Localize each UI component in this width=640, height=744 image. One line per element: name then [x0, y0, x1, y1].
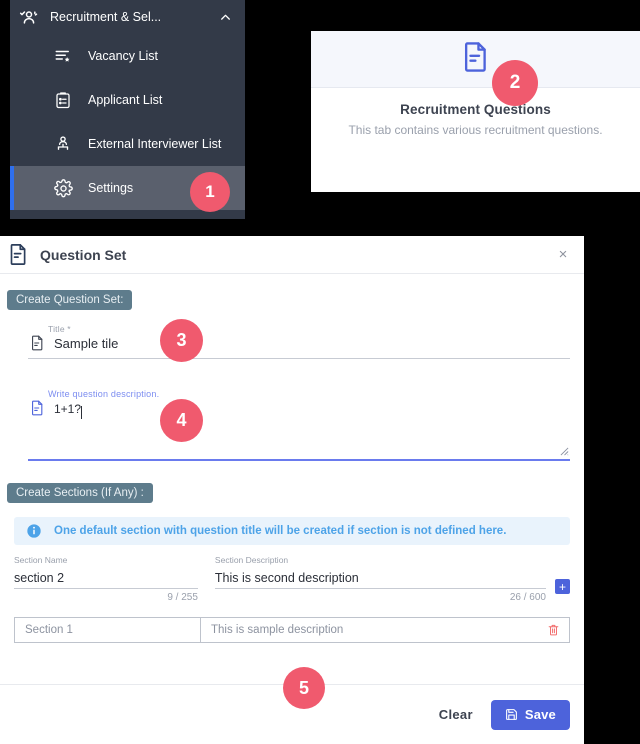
recruitment-questions-panel: Recruitment Questions This tab contains … — [311, 31, 640, 192]
panel-header — [311, 31, 640, 88]
section-name-value: section 2 — [14, 571, 65, 585]
sidebar-group-label: Recruitment & Sel... — [50, 10, 162, 24]
dialog-title: Question Set — [40, 246, 127, 263]
list-star-icon — [52, 45, 74, 67]
resize-grip-icon[interactable] — [560, 443, 569, 456]
org-user-icon — [52, 133, 74, 155]
sidebar-item-applicant-list[interactable]: Applicant List — [10, 78, 245, 122]
sidebar-group-recruitment[interactable]: Recruitment & Sel... — [10, 0, 245, 34]
users-check-icon — [18, 6, 40, 28]
question-set-dialog: Question Set × Create Question Set: Titl… — [0, 236, 584, 744]
callout-badge-1: 1 — [190, 172, 230, 212]
document-small-icon — [28, 399, 46, 417]
panel-subtitle: This tab contains various recruitment qu… — [348, 123, 603, 137]
dialog-header: Question Set × — [0, 236, 584, 274]
sidebar-item-label: Applicant List — [88, 93, 163, 107]
description-field[interactable]: Write question description. 1+1? — [14, 389, 570, 461]
save-button-label: Save — [524, 707, 556, 722]
section-description-underline — [214, 588, 546, 589]
document-small-icon — [28, 334, 46, 352]
section-inputs-row: Section Name section 2 9 / 255 Section D… — [14, 555, 570, 603]
title-field[interactable]: Title * Sample tile — [14, 324, 570, 359]
panel-title: Recruitment Questions — [400, 102, 551, 117]
trash-icon[interactable] — [547, 624, 560, 637]
section-row-description: This is sample description — [211, 624, 344, 636]
description-field-underline — [28, 459, 570, 461]
gear-icon — [52, 177, 74, 199]
screenshot-root: Recruitment & Sel... Vacancy List Applic… — [0, 0, 640, 744]
table-row[interactable]: Section 1 This is sample description — [14, 617, 570, 643]
panel-body: Recruitment Questions This tab contains … — [311, 88, 640, 138]
section-name-underline — [14, 588, 198, 589]
sidebar-item-label: External Interviewer List — [88, 137, 222, 151]
info-banner-text: One default section with question title … — [54, 525, 507, 537]
dialog-body: Create Question Set: Title * Sample tile — [0, 274, 584, 706]
section-description-field[interactable]: Section Description This is second descr… — [214, 555, 546, 603]
section-row-description-cell: This is sample description — [201, 618, 569, 642]
save-button[interactable]: Save — [490, 699, 570, 730]
save-disk-icon — [505, 708, 518, 721]
section-description-counter: 26 / 600 — [509, 592, 546, 603]
description-field-label: Write question description. — [48, 389, 160, 399]
create-sections-chip: Create Sections (If Any) : — [7, 483, 153, 503]
text-caret — [81, 406, 83, 419]
sidebar-item-vacancy-list[interactable]: Vacancy List — [10, 34, 245, 78]
sidebar-item-external-interviewer-list[interactable]: External Interviewer List — [10, 122, 245, 166]
section-name-counter: 9 / 255 — [167, 592, 198, 603]
clipboard-list-icon — [52, 89, 74, 111]
section-name-label: Section Name — [14, 555, 68, 565]
close-icon[interactable]: × — [554, 246, 572, 264]
title-field-underline — [28, 358, 570, 359]
title-field-value: Sample tile — [54, 336, 119, 351]
callout-badge-2: 2 — [492, 60, 538, 106]
section-row-name-cell: Section 1 — [15, 618, 201, 642]
clear-button[interactable]: Clear — [439, 707, 473, 722]
section-name-field[interactable]: Section Name section 2 9 / 255 — [14, 555, 198, 603]
sidebar-item-label: Vacancy List — [88, 49, 158, 63]
chevron-up-icon[interactable] — [217, 9, 233, 25]
callout-badge-4: 4 — [160, 399, 203, 442]
info-circle-icon — [26, 523, 42, 539]
document-lines-icon — [461, 41, 491, 78]
section-description-value: This is second description — [214, 571, 359, 585]
section-row-name: Section 1 — [25, 624, 73, 636]
sidebar-item-label: Settings — [88, 181, 134, 195]
callout-badge-3: 3 — [160, 319, 203, 362]
create-question-set-chip: Create Question Set: — [7, 290, 133, 310]
callout-badge-5: 5 — [283, 667, 325, 709]
description-field-value: 1+1? — [54, 402, 82, 416]
document-lines-icon — [6, 243, 30, 267]
info-banner: One default section with question title … — [14, 517, 570, 545]
title-field-label: Title * — [48, 324, 71, 334]
add-section-button[interactable]: + — [555, 579, 570, 594]
section-description-label: Section Description — [214, 555, 289, 565]
